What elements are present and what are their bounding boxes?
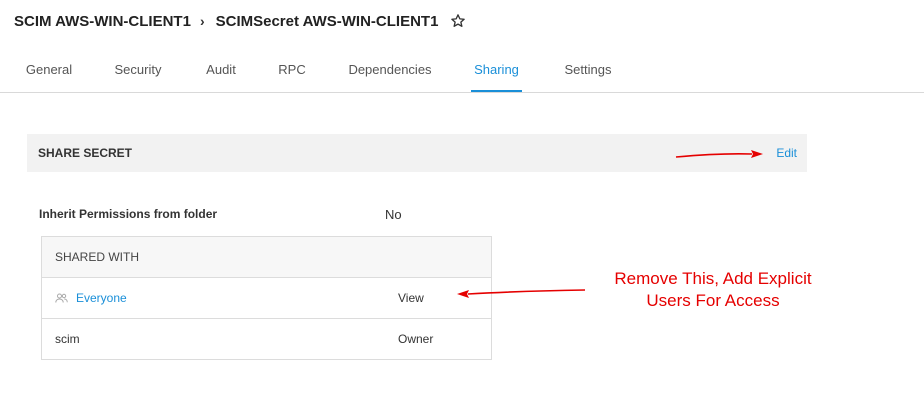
annotation-arrow-to-edit <box>675 150 763 158</box>
annotation-arrows <box>457 150 763 298</box>
annotation-arrow-to-everyone <box>457 289 586 298</box>
